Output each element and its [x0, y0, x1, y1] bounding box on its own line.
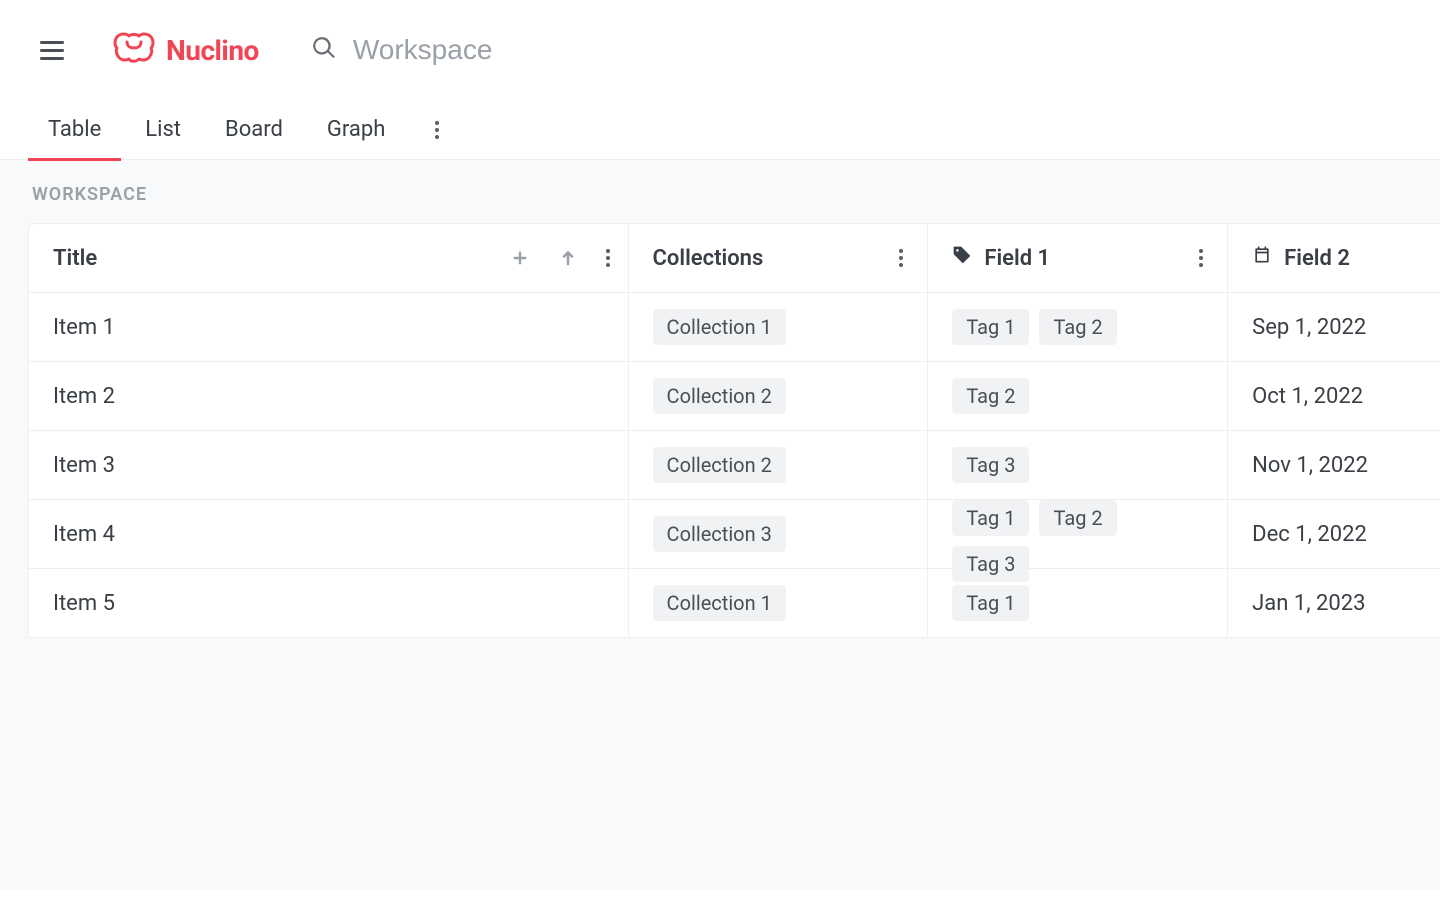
tag-chip[interactable]: Tag 1 [952, 500, 1029, 536]
table-row[interactable]: Item 1 Collection 1 Tag 1 Tag 2 Sep 1, 2022 [29, 293, 1440, 362]
cell-collections[interactable]: Collection 2 [629, 362, 929, 430]
item-title: Item 3 [53, 453, 115, 478]
collection-chip[interactable]: Collection 3 [653, 516, 786, 552]
date-value: Jan 1, 2023 [1252, 591, 1365, 616]
date-value: Oct 1, 2022 [1252, 384, 1363, 409]
tag-list: Tag 1 [952, 585, 1029, 621]
hamburger-menu-icon[interactable] [40, 36, 68, 64]
tag-chip[interactable]: Tag 2 [1039, 309, 1116, 345]
table-body: Item 1Collection 1Tag 1Tag 2Sep 1, 2022I… [29, 293, 1440, 638]
tab-graph[interactable]: Graph [327, 99, 385, 160]
collection-chip[interactable]: Collection 1 [653, 309, 786, 345]
title-column-actions [510, 248, 610, 268]
cell-title[interactable]: Item 1 [29, 293, 629, 361]
cell-title[interactable]: Item 5 [29, 569, 629, 637]
column-collections-label: Collections [653, 246, 764, 271]
tag-chip[interactable]: Tag 2 [952, 378, 1029, 414]
calendar-icon [1252, 245, 1272, 271]
search-input[interactable] [353, 34, 753, 66]
cell-collections[interactable]: Collection 2 [629, 431, 929, 499]
column-field1-label: Field 1 [984, 246, 1050, 271]
plus-icon[interactable] [510, 248, 530, 268]
cell-field2[interactable]: Dec 1, 2022 [1228, 500, 1440, 568]
date-value: Sep 1, 2022 [1252, 315, 1366, 340]
cell-field2[interactable]: Jan 1, 2023 [1228, 569, 1440, 637]
table-row[interactable]: Item 3 Collection 2 Tag 3 Nov 1, 2022 [29, 431, 1440, 500]
collection-chip[interactable]: Collection 1 [653, 585, 786, 621]
tag-chip[interactable]: Tag 1 [952, 585, 1029, 621]
date-value: Dec 1, 2022 [1252, 522, 1367, 547]
date-value: Nov 1, 2022 [1252, 453, 1368, 478]
tab-list[interactable]: List [145, 99, 181, 160]
cell-title[interactable]: Item 4 [29, 500, 629, 568]
search-bar [311, 34, 753, 66]
column-header-title[interactable]: Title [29, 224, 629, 292]
tab-board[interactable]: Board [225, 99, 283, 160]
tag-chip[interactable]: Tag 3 [952, 447, 1029, 483]
cell-collections[interactable]: Collection 3 [629, 500, 929, 568]
brain-icon [112, 30, 156, 70]
app-name: Nuclino [166, 34, 259, 67]
section-label: WORKSPACE [0, 184, 1440, 223]
more-vertical-icon[interactable] [899, 249, 903, 267]
table-header-row: Title Collections [29, 224, 1440, 293]
cell-field2[interactable]: Oct 1, 2022 [1228, 362, 1440, 430]
column-header-field2[interactable]: Field 2 [1228, 224, 1440, 292]
item-title: Item 2 [53, 384, 115, 409]
app-logo[interactable]: Nuclino [112, 30, 259, 70]
search-icon[interactable] [311, 35, 337, 65]
cell-collections[interactable]: Collection 1 [629, 569, 929, 637]
tag-list: Tag 1 Tag 2 [952, 309, 1116, 345]
content-area: WORKSPACE Title Collectio [0, 160, 1440, 890]
more-vertical-icon[interactable] [606, 249, 610, 267]
column-header-field1[interactable]: Field 1 [928, 224, 1228, 292]
cell-field2[interactable]: Nov 1, 2022 [1228, 431, 1440, 499]
more-vertical-icon[interactable] [1199, 249, 1203, 267]
collection-chip[interactable]: Collection 2 [653, 447, 786, 483]
cell-field2[interactable]: Sep 1, 2022 [1228, 293, 1440, 361]
table-row[interactable]: Item 4Collection 3Tag 1Tag 2Tag 3Dec 1, … [29, 500, 1440, 569]
item-title: Item 4 [53, 522, 115, 547]
tag-list: Tag 2 [952, 378, 1029, 414]
column-title-label: Title [53, 246, 97, 271]
view-tabs: Table List Board Graph [0, 100, 1440, 160]
collection-chip[interactable]: Collection 2 [653, 378, 786, 414]
arrow-up-icon[interactable] [558, 248, 578, 268]
tag-chip[interactable]: Tag 2 [1039, 500, 1116, 536]
app-header: Nuclino [0, 0, 1440, 100]
table-row[interactable]: Item 2 Collection 2 Tag 2 Oct 1, 2022 [29, 362, 1440, 431]
item-title: Item 1 [53, 315, 115, 340]
cell-field1[interactable]: Tag 1 [928, 569, 1228, 637]
column-field2-label: Field 2 [1284, 246, 1350, 271]
tab-table[interactable]: Table [48, 99, 101, 160]
tag-list: Tag 3 [952, 447, 1029, 483]
item-title: Item 5 [53, 591, 115, 616]
cell-field1[interactable]: Tag 3 [928, 431, 1228, 499]
cell-collections[interactable]: Collection 1 [629, 293, 929, 361]
cell-title[interactable]: Item 3 [29, 431, 629, 499]
tabs-more-icon[interactable] [429, 115, 445, 145]
tag-icon [952, 245, 972, 271]
tag-chip[interactable]: Tag 1 [952, 309, 1029, 345]
cell-title[interactable]: Item 2 [29, 362, 629, 430]
data-table: Title Collections [28, 223, 1440, 638]
column-header-collections[interactable]: Collections [629, 224, 929, 292]
cell-field1[interactable]: Tag 1 Tag 2 [928, 293, 1228, 361]
cell-field1[interactable]: Tag 2 [928, 362, 1228, 430]
cell-field1[interactable]: Tag 1Tag 2Tag 3 [928, 500, 1228, 568]
table-row[interactable]: Item 5 Collection 1 Tag 1 Jan 1, 2023 [29, 569, 1440, 638]
